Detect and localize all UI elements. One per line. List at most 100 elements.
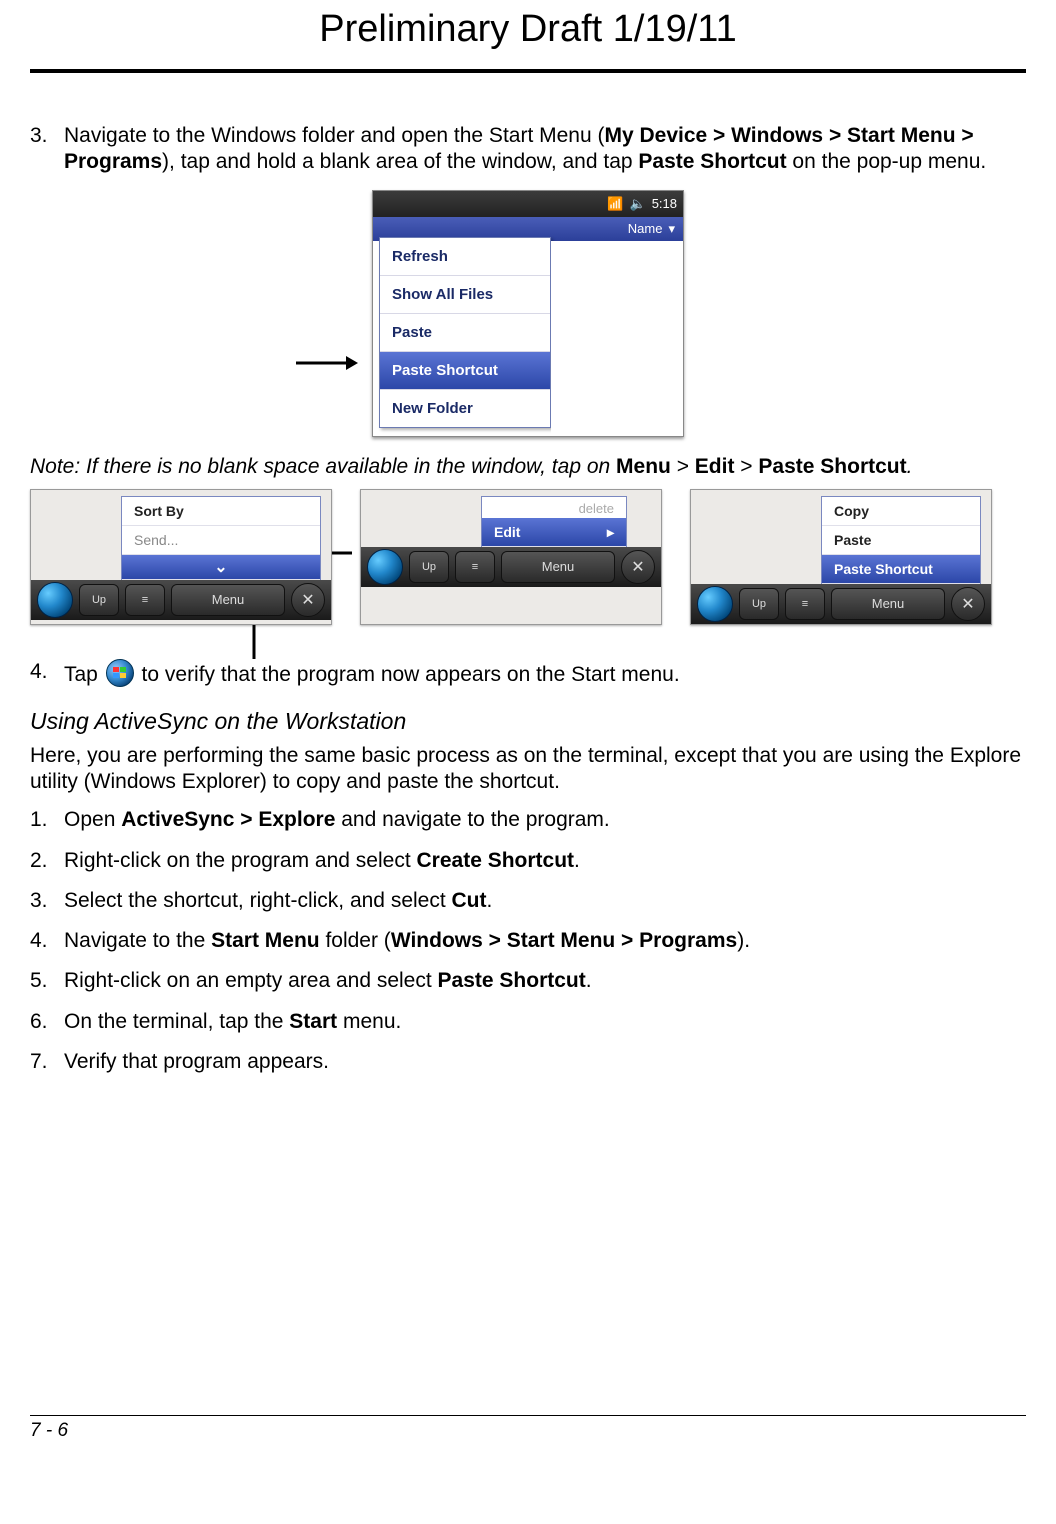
n: 2. <box>30 848 64 874</box>
note-paste-shortcut: Paste Shortcut <box>758 455 906 478</box>
context-menu-refresh[interactable]: Refresh <box>380 238 550 276</box>
menu-edit[interactable]: Edit ▸ <box>482 518 626 547</box>
t: on the pop-up menu. <box>787 150 987 173</box>
step-4-text: Tap to verify that the program now appea… <box>64 659 1026 688</box>
menu-send[interactable]: Send... <box>122 526 320 555</box>
n: 3. <box>30 888 64 914</box>
t: . <box>487 889 493 912</box>
b2: Windows > Start Menu > Programs <box>391 929 737 952</box>
note-edit: Edit <box>695 455 735 478</box>
step-3-number: 3. <box>30 123 64 176</box>
t: > <box>734 455 758 478</box>
step-3-action: Paste Shortcut <box>638 150 786 173</box>
chevron-right-icon: ▸ <box>607 524 614 541</box>
as-step-1: 1. Open ActiveSync > Explore and navigat… <box>30 807 1026 833</box>
b: Start <box>289 1010 337 1033</box>
as-step-3: 3. Select the shortcut, right-click, and… <box>30 888 1026 914</box>
b: ActiveSync > Explore <box>121 808 335 831</box>
t: . <box>586 969 592 992</box>
t: menu. <box>337 1010 401 1033</box>
start-button[interactable] <box>367 549 403 585</box>
start-button[interactable] <box>37 582 73 618</box>
windows-start-icon <box>106 659 134 687</box>
t: Open <box>64 808 121 831</box>
footer-divider <box>30 1415 1026 1416</box>
t: ). <box>737 929 750 952</box>
list-icon[interactable]: ≡ <box>455 551 495 583</box>
context-menu-show-all-files[interactable]: Show All Files <box>380 276 550 314</box>
up-button[interactable]: Up <box>739 588 779 620</box>
b: Start Menu <box>211 929 320 952</box>
t: Tap <box>64 663 104 686</box>
as-step-5: 5. Right-click on an empty area and sele… <box>30 968 1026 994</box>
menu-sort-by[interactable]: Sort By <box>122 497 320 526</box>
section-activesync-intro: Here, you are performing the same basic … <box>30 743 1026 796</box>
column-header-name: Name <box>628 221 663 236</box>
t: Note: If there is no blank space availab… <box>30 455 616 478</box>
close-button[interactable]: ✕ <box>291 583 325 617</box>
n: 1. <box>30 807 64 833</box>
n: 7. <box>30 1049 64 1075</box>
bottom-toolbar: Up ≡ Menu ✕ <box>691 584 991 624</box>
menu-button[interactable]: Menu <box>171 584 285 616</box>
device-screenshot-menu-a: Sort By Send... ⌄ Up ≡ Menu ✕ <box>30 489 332 625</box>
menu-header-dim: delete <box>482 497 626 518</box>
clock-text: 5:18 <box>652 196 677 211</box>
context-menu-paste[interactable]: Paste <box>380 314 550 352</box>
note-text: Note: If there is no blank space availab… <box>30 455 1026 479</box>
arrow-indicator-icon <box>294 353 358 373</box>
as-step-4: 4. Navigate to the Start Menu folder (Wi… <box>30 928 1026 954</box>
as-step-6: 6. On the terminal, tap the Start menu. <box>30 1009 1026 1035</box>
menu-paste[interactable]: Paste <box>822 526 980 555</box>
t: and navigate to the program. <box>335 808 609 831</box>
n: 5. <box>30 968 64 994</box>
t: . <box>907 455 913 478</box>
page-number: 7 - 6 <box>30 1420 1026 1442</box>
t: Verify that program appears. <box>64 1050 329 1073</box>
context-menu-paste-shortcut[interactable]: Paste Shortcut <box>380 352 550 390</box>
divider-top <box>30 69 1026 73</box>
context-menu: Refresh Show All Files Paste Paste Short… <box>379 237 551 428</box>
menu-copy[interactable]: Copy <box>822 497 980 526</box>
device-screenshot-context-menu: 📶 🔈 5:18 Name ▾ Refresh Show All Files P… <box>372 190 684 437</box>
label: Edit <box>494 524 520 540</box>
menu-button[interactable]: Menu <box>831 588 945 620</box>
device-screenshot-menu-b: delete Edit ▸ Up ≡ Menu ✕ <box>360 489 662 625</box>
popup-menu-a: Sort By Send... ⌄ <box>121 496 321 580</box>
signal-icon: 📶 <box>607 196 623 212</box>
popup-menu-b: delete Edit ▸ <box>481 496 627 547</box>
t: Right-click on the program and select <box>64 849 417 872</box>
draft-title: Preliminary Draft 1/19/11 <box>30 8 1026 51</box>
bottom-toolbar: Up ≡ Menu ✕ <box>31 580 331 620</box>
step-3: 3. Navigate to the Windows folder and op… <box>30 123 1026 176</box>
note-menu: Menu <box>616 455 671 478</box>
t: Select the shortcut, right-click, and se… <box>64 889 452 912</box>
t: ), tap and hold a blank area of the wind… <box>162 150 638 173</box>
n: 6. <box>30 1009 64 1035</box>
as-step-7: 7. Verify that program appears. <box>30 1049 1026 1075</box>
start-button[interactable] <box>697 586 733 622</box>
device-titlebar: 📶 🔈 5:18 <box>373 191 683 217</box>
menu-paste-shortcut[interactable]: Paste Shortcut <box>822 555 980 584</box>
list-icon[interactable]: ≡ <box>125 584 165 616</box>
device-screenshot-menu-c: Copy Paste Paste Shortcut Up ≡ Menu ✕ <box>690 489 992 625</box>
volume-icon: 🔈 <box>630 196 646 212</box>
up-button[interactable]: Up <box>79 584 119 616</box>
t: Navigate to the Windows folder and open … <box>64 124 604 147</box>
t: Right-click on an empty area and select <box>64 969 438 992</box>
step-4: 4. Tap to verify that the program now ap… <box>30 659 1026 688</box>
list-icon[interactable]: ≡ <box>785 588 825 620</box>
menu-button[interactable]: Menu <box>501 551 615 583</box>
t: > <box>671 455 695 478</box>
t: On the terminal, tap the <box>64 1010 289 1033</box>
t: . <box>574 849 580 872</box>
figure-row-toolbars: Sort By Send... ⌄ Up ≡ Menu ✕ delete Edi… <box>30 489 1026 625</box>
step-4-number: 4. <box>30 659 64 688</box>
step-3-text: Navigate to the Windows folder and open … <box>64 123 1026 176</box>
context-menu-new-folder[interactable]: New Folder <box>380 390 550 427</box>
close-button[interactable]: ✕ <box>951 587 985 621</box>
up-button[interactable]: Up <box>409 551 449 583</box>
menu-expand-chevron-icon[interactable]: ⌄ <box>122 555 320 580</box>
section-activesync-title: Using ActiveSync on the Workstation <box>30 708 1026 735</box>
close-button[interactable]: ✕ <box>621 550 655 584</box>
